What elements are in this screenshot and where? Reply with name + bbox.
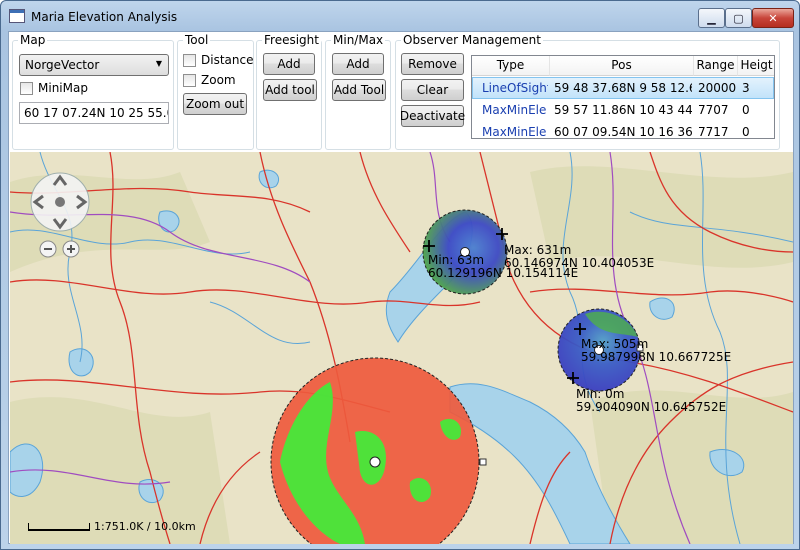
zoom-out-button[interactable]: Zoom out xyxy=(183,93,247,115)
freesight-add-button[interactable]: Add xyxy=(263,53,315,75)
cell-range: 20000 xyxy=(698,81,737,95)
clear-button[interactable]: Clear xyxy=(401,79,464,101)
app-window-icon xyxy=(9,9,25,23)
distance-checkbox-box[interactable] xyxy=(183,53,196,67)
freesight-add-tool-button[interactable]: Add tool xyxy=(263,79,317,101)
range-handle xyxy=(479,458,487,466)
column-header-height[interactable]: Heigt xyxy=(738,56,774,76)
map-group: Map NorgeVector ▼ MiniMap 60 17 07.24N 1… xyxy=(12,33,174,150)
toolbar-panel: Map NorgeVector ▼ MiniMap 60 17 07.24N 1… xyxy=(9,32,793,152)
cell-pos: 59 48 37.68N 9 58 12.61E xyxy=(554,81,692,95)
map-group-legend: Map xyxy=(18,33,48,47)
cell-pos: 59 57 11.86N 10 43 44.19 xyxy=(554,103,692,117)
north-max-coordinate: 60.146974N 10.404053E xyxy=(504,256,655,270)
minimap-checkbox-box[interactable] xyxy=(20,81,33,95)
chevron-down-icon: ▼ xyxy=(155,59,162,68)
cell-range: 7717 xyxy=(698,125,729,139)
cell-height: 0 xyxy=(742,103,750,117)
deactivate-button[interactable]: Deactivate xyxy=(400,105,465,127)
minmax-add-button[interactable]: Add xyxy=(332,53,384,75)
east-min-coordinate: 59.904090N 10.645752E xyxy=(576,400,727,414)
application-window: Maria Elevation Analysis ▁ ▢ ✕ Map Norge… xyxy=(0,0,800,550)
cell-pos: 60 07 09.54N 10 16 36.22 xyxy=(554,125,692,139)
cell-type: MaxMinElev xyxy=(482,125,546,139)
column-header-pos[interactable]: Pos xyxy=(550,56,694,76)
map-view[interactable]: Min: 63m 60.129196N 10.154114E Max: 631m… xyxy=(10,152,793,544)
map-canvas[interactable] xyxy=(10,152,793,544)
client-area: Map NorgeVector ▼ MiniMap 60 17 07.24N 1… xyxy=(8,31,794,544)
freesight-group-legend: Freesight xyxy=(262,33,321,47)
distance-label: Distance xyxy=(201,53,254,67)
column-header-type[interactable]: Type xyxy=(472,56,550,76)
east-max-coordinate: 59.987998N 10.667725E xyxy=(581,350,732,364)
minimize-button[interactable]: ▁ xyxy=(698,8,725,28)
coordinate-input[interactable]: 60 17 07.24N 10 25 55.08E xyxy=(19,102,169,124)
scale-label: 1:751.0K / 10.0km xyxy=(94,520,196,533)
minimap-label: MiniMap xyxy=(38,81,88,95)
table-row[interactable]: MaxMinElev 60 07 09.54N 10 16 36.22 7717… xyxy=(472,122,774,139)
freesight-group: Freesight Add Add tool xyxy=(256,33,322,150)
zoom-checkbox[interactable]: Zoom xyxy=(183,73,236,87)
observer-table: Type Pos Range Heigt LineOfSight 59 48 3… xyxy=(471,55,775,139)
zoom-checkbox-box[interactable] xyxy=(183,73,196,87)
map-scale-bar: 1:751.0K / 10.0km xyxy=(28,520,196,533)
title-bar[interactable]: Maria Elevation Analysis ▁ ▢ ✕ xyxy=(1,1,799,31)
minmax-north-area xyxy=(422,209,508,295)
cell-type: MaxMinElev xyxy=(482,103,546,117)
tool-group-legend: Tool xyxy=(183,33,211,47)
minmax-group-legend: Min/Max xyxy=(331,33,386,47)
observer-group-legend: Observer Management xyxy=(401,33,543,47)
pan-center-icon xyxy=(55,197,65,207)
minimap-checkbox[interactable]: MiniMap xyxy=(20,81,88,95)
distance-checkbox[interactable]: Distance xyxy=(183,53,253,67)
cell-height: 0 xyxy=(742,125,750,139)
minmax-group: Min/Max Add Add Tool xyxy=(325,33,391,150)
maximize-button[interactable]: ▢ xyxy=(725,8,752,28)
cell-height: 3 xyxy=(742,81,750,95)
scale-bar-graphic xyxy=(28,522,90,531)
table-row[interactable]: LineOfSight 59 48 37.68N 9 58 12.61E 200… xyxy=(472,77,774,99)
table-row[interactable]: MaxMinElev 59 57 11.86N 10 43 44.19 7707… xyxy=(472,100,774,122)
observer-point xyxy=(369,456,381,468)
cell-range: 7707 xyxy=(698,103,729,117)
column-header-range[interactable]: Range xyxy=(694,56,738,76)
observer-management-group: Observer Management Remove Clear Deactiv… xyxy=(395,33,780,150)
minmax-add-tool-button[interactable]: Add Tool xyxy=(332,79,386,101)
close-button[interactable]: ✕ xyxy=(752,8,794,28)
cell-type: LineOfSight xyxy=(482,81,548,95)
tool-group: Tool Distance Zoom Zoom out xyxy=(177,33,254,150)
zoom-label: Zoom xyxy=(201,73,236,87)
map-select-value: NorgeVector xyxy=(25,58,100,72)
remove-button[interactable]: Remove xyxy=(401,53,464,75)
window-title: Maria Elevation Analysis xyxy=(31,10,178,24)
map-select[interactable]: NorgeVector ▼ xyxy=(19,54,169,76)
